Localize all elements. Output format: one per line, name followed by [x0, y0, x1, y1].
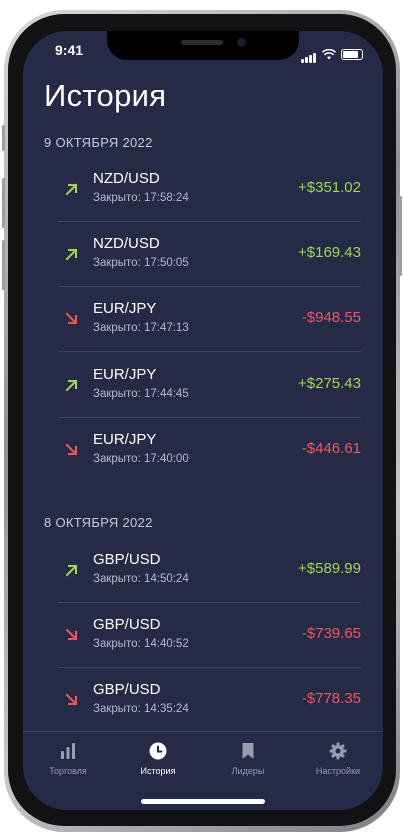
trade-amount: +$351.02	[298, 179, 361, 196]
home-indicator[interactable]	[141, 799, 265, 804]
tab-label: Торговля	[49, 766, 87, 776]
power-button	[399, 196, 402, 276]
trade-amount: +$589.99	[298, 560, 361, 577]
date-header: 8 ОКТЯБРЯ 2022	[44, 515, 153, 530]
arrow-down-right-icon	[65, 693, 78, 706]
trade-amount: -$446.61	[301, 440, 361, 457]
trade-closed-time: Закрыто: 17:50:05	[93, 257, 189, 269]
arrow-up-right-icon	[65, 379, 78, 392]
trade-amount: -$948.55	[301, 309, 361, 326]
trade-pair: GBP/USD	[93, 616, 161, 633]
arrow-up-right-icon	[65, 564, 78, 577]
bar-chart-icon	[61, 743, 75, 759]
row-divider	[58, 351, 361, 352]
trade-amount: -$739.65	[301, 625, 361, 642]
mute-switch	[2, 125, 5, 151]
battery-icon	[341, 48, 363, 60]
page-title: История	[44, 78, 167, 113]
app-screen: 9:41 История 9 ОКТЯБРЯ 2022 NZD/USD Закр…	[23, 31, 383, 810]
notch	[107, 31, 299, 60]
trade-closed-time: Закрыто: 14:40:52	[93, 638, 189, 650]
trade-row[interactable]: EUR/JPY Закрыто: 17:47:13 -$948.55	[58, 287, 361, 352]
trade-amount: -$778.35	[301, 690, 361, 707]
tab-label: Лидеры	[231, 766, 265, 776]
volume-down-button	[2, 240, 5, 290]
trade-closed-time: Закрыто: 17:47:13	[93, 322, 189, 334]
status-bar: 9:41	[23, 31, 383, 71]
trade-closed-time: Закрыто: 14:35:24	[93, 703, 189, 715]
bookmark-icon	[242, 743, 254, 759]
trade-row[interactable]: EUR/JPY Закрыто: 17:44:45 +$275.43	[58, 353, 361, 418]
trade-row[interactable]: EUR/JPY Закрыто: 17:40:00 -$446.61	[58, 418, 361, 483]
system-indicators	[301, 45, 363, 63]
trade-pair: GBP/USD	[93, 681, 161, 698]
gear-icon	[329, 742, 347, 760]
arrow-up-right-icon	[65, 183, 78, 196]
tab-settings[interactable]: Настройки	[293, 742, 383, 776]
trade-amount: +$169.43	[298, 244, 361, 261]
date-header: 9 ОКТЯБРЯ 2022	[44, 135, 153, 150]
arrow-down-right-icon	[65, 312, 78, 325]
trade-pair: NZD/USD	[93, 235, 160, 252]
wifi-icon	[322, 48, 336, 59]
trade-pair: EUR/JPY	[93, 366, 157, 383]
trade-row[interactable]: NZD/USD Закрыто: 17:58:24 +$351.02	[58, 157, 361, 222]
front-camera	[237, 38, 246, 47]
tab-label: Настройки	[315, 766, 361, 776]
tab-bar: Торговля История Лидеры Настройки	[23, 731, 383, 810]
tab-history[interactable]: История	[113, 742, 203, 776]
arrow-down-right-icon	[65, 628, 78, 641]
volume-up-button	[2, 178, 5, 228]
arrow-down-right-icon	[65, 443, 78, 456]
tab-trading[interactable]: Торговля	[23, 742, 113, 776]
trade-closed-time: Закрыто: 14:50:24	[93, 573, 189, 585]
trade-pair: EUR/JPY	[93, 300, 157, 317]
tab-label: История	[140, 766, 176, 776]
trade-row[interactable]: GBP/USD Закрыто: 14:50:24 +$589.99	[58, 538, 361, 603]
signal-icon	[301, 45, 317, 63]
trade-closed-time: Закрыто: 17:44:45	[93, 388, 189, 400]
trade-closed-time: Закрыто: 17:40:00	[93, 453, 189, 465]
trade-row[interactable]: GBP/USD Закрыто: 14:40:52 -$739.65	[58, 603, 361, 668]
trade-row[interactable]: NZD/USD Закрыто: 17:50:05 +$169.43	[58, 222, 361, 287]
trade-pair: NZD/USD	[93, 170, 160, 187]
trade-row[interactable]: GBP/USD Закрыто: 14:35:24 -$778.35	[58, 668, 361, 733]
trade-closed-time: Закрыто: 17:58:24	[93, 192, 189, 204]
status-time: 9:41	[55, 42, 84, 58]
arrow-up-right-icon	[65, 248, 78, 261]
trade-pair: EUR/JPY	[93, 431, 157, 448]
speaker-grille	[181, 40, 223, 45]
trade-amount: +$275.43	[298, 375, 361, 392]
trade-pair: GBP/USD	[93, 551, 161, 568]
tab-leaders[interactable]: Лидеры	[203, 742, 293, 776]
clock-icon	[149, 742, 167, 760]
